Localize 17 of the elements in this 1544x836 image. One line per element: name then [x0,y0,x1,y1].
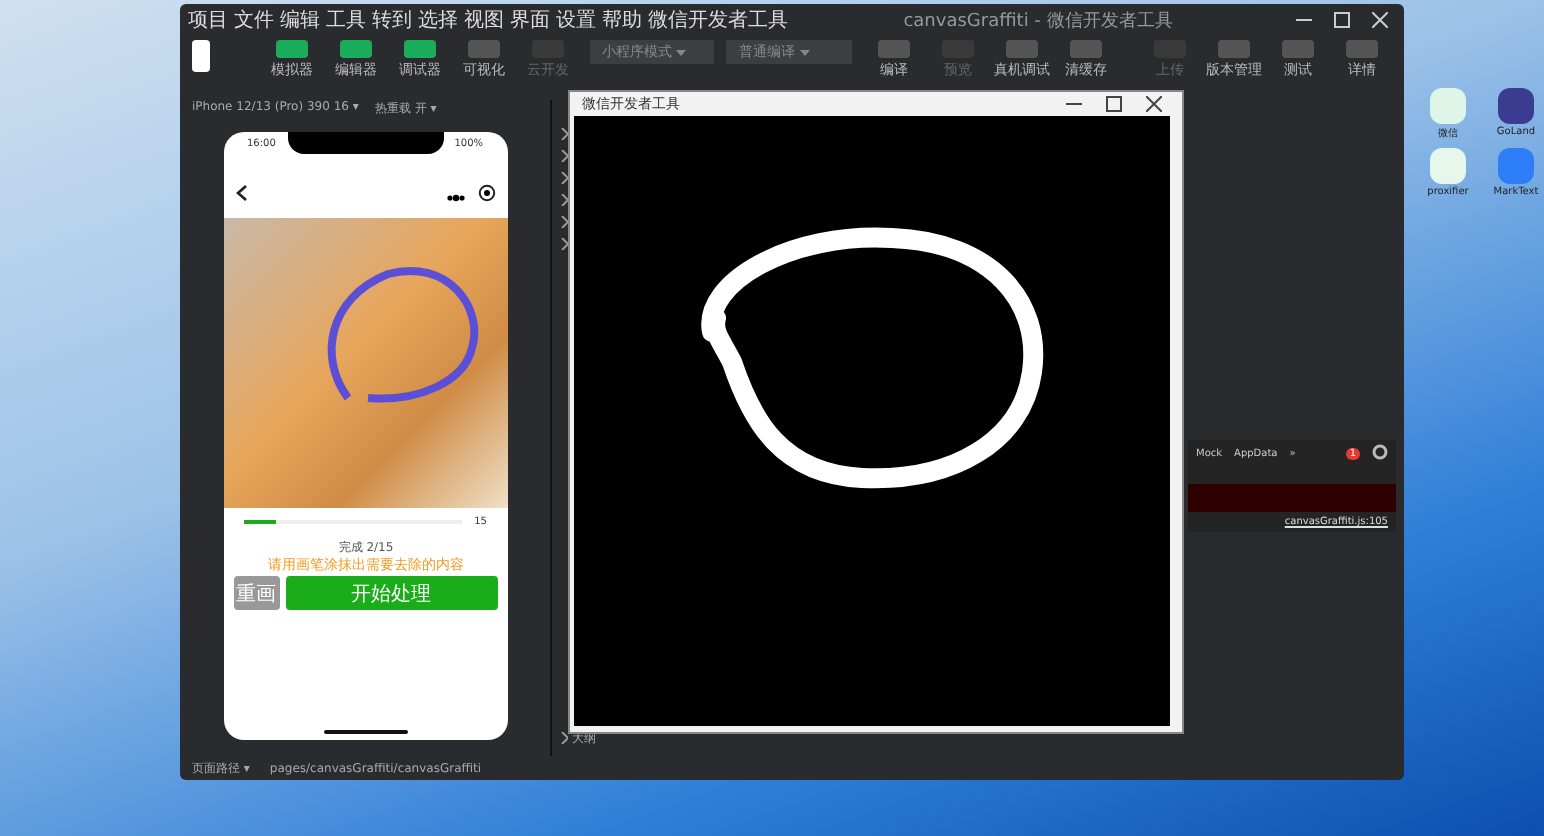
menu-item[interactable]: 视图 [464,6,504,34]
settings-icon[interactable] [1372,444,1388,464]
caret-icon [799,50,810,56]
caret-icon [676,50,687,56]
app-icon[interactable] [1498,88,1534,124]
menu-item[interactable]: 工具 [326,6,366,34]
menu-item[interactable]: 设置 [556,6,596,34]
menu-item[interactable]: 文件 [234,6,274,34]
menu-item[interactable]: 微信开发者工具 [648,6,788,34]
chevron-icon[interactable] [560,732,568,744]
menu-item[interactable]: 帮助 [602,6,642,34]
menu-item[interactable]: 编辑 [280,6,320,34]
menu-item[interactable]: 项目 [188,6,228,34]
menu-item[interactable]: 选择 [418,6,458,34]
window-title: canvasGraffiti - 微信开发者工具 [901,9,1175,33]
menu-item[interactable]: 界面 [510,6,550,34]
menu-item[interactable]: 转到 [372,6,412,34]
